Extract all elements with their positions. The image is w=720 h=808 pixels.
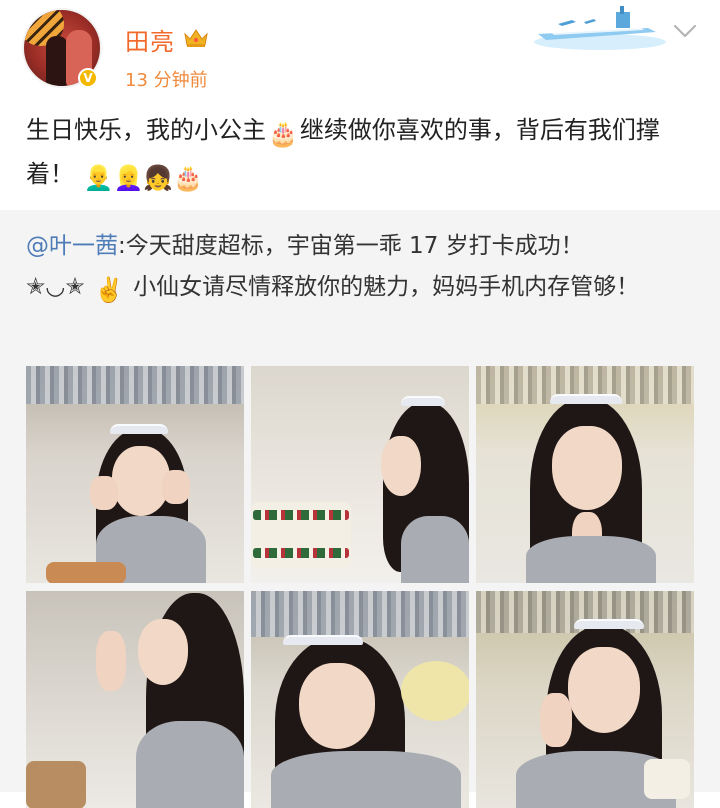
victory-emoji: ✌️ [93,276,124,304]
photo-1[interactable] [26,366,244,583]
mention-link[interactable]: @叶一茜 [26,233,118,259]
post-text: 生日快乐，我的小公主🎂继续做你喜欢的事，背后有我们撑着！ 👱‍♂️👱‍♀️👧🎂 [26,110,696,198]
kaomoji: ✭◡✭ [26,274,85,300]
post-timestamp: 13 分钟前 [125,70,208,91]
photo-4[interactable] [26,591,244,808]
family-emojis: 👱‍♂️👱‍♀️👧🎂 [83,164,204,192]
repost-text-line1: :今天甜度超标，宇宙第一乖 17 岁打卡成功！ [118,233,584,259]
photo-3[interactable] [476,366,694,583]
photo-6[interactable] [476,591,694,808]
photo-2[interactable] [251,366,469,583]
post-header: V 田亮 13 分钟前 [0,0,720,110]
cake-emoji: 🎂 [268,120,298,148]
crown-icon [184,29,208,47]
repost-text-line2: 小仙女请尽情释放你的魅力，妈妈手机内存管够！ [125,274,640,300]
repost-text: @叶一茜:今天甜度超标，宇宙第一乖 17 岁打卡成功！ ✭◡✭ ✌️ 小仙女请尽… [26,226,694,311]
chevron-down-icon[interactable] [672,22,698,40]
airplane-carrier-decoration [534,6,666,50]
v-verified-icon: V [78,68,98,88]
post-text-part1: 生日快乐，我的小公主 [26,116,266,144]
photo-5[interactable] [251,591,469,808]
repost-card[interactable]: @叶一茜:今天甜度超标，宇宙第一乖 17 岁打卡成功！ ✭◡✭ ✌️ 小仙女请尽… [0,210,720,808]
author-name[interactable]: 田亮 [125,22,175,57]
